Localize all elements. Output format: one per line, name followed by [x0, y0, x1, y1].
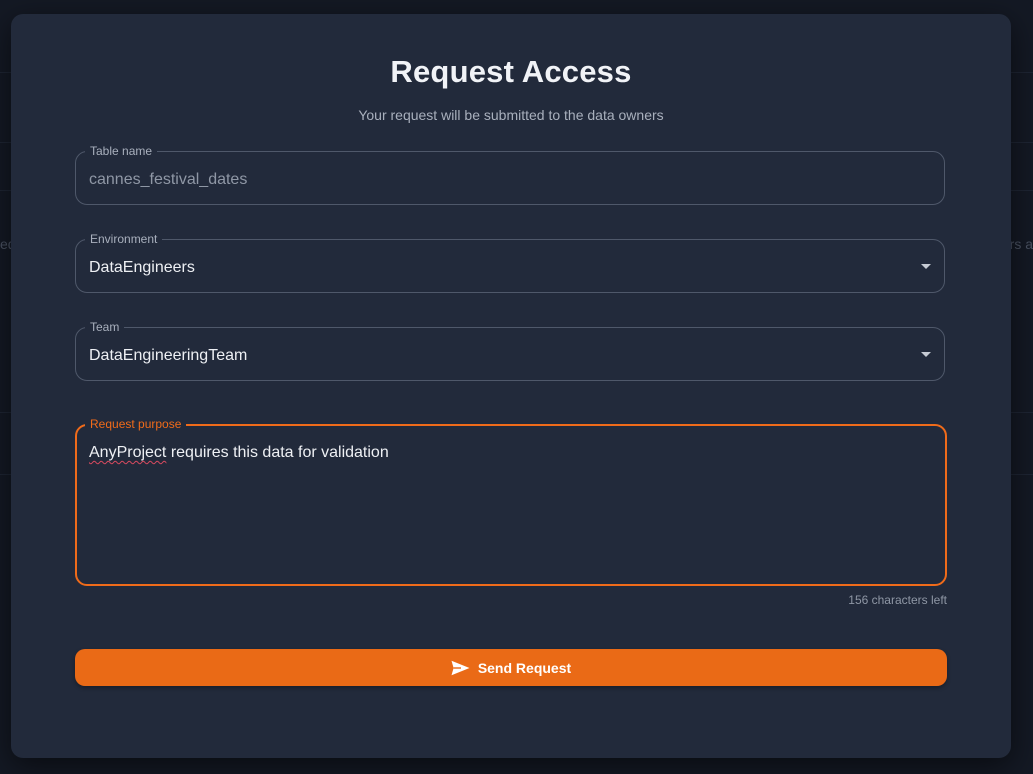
team-select[interactable]: Team DataEngineeringTeam — [75, 319, 945, 381]
send-request-label: Send Request — [477, 659, 572, 676]
chevron-down-icon[interactable] — [921, 352, 931, 357]
request-access-dialog: Request Access Your request will be subm… — [11, 14, 1011, 758]
team-label: Team — [85, 319, 125, 335]
character-count-helper: 156 characters left — [848, 593, 947, 607]
send-icon — [451, 660, 470, 675]
environment-label: Environment — [85, 231, 163, 247]
environment-value: DataEngineers — [89, 259, 195, 276]
dialog-subtitle: Your request will be submitted to the da… — [358, 107, 664, 123]
request-purpose-label: Request purpose — [85, 416, 187, 432]
request-purpose-text: requires this data for validation — [166, 444, 389, 461]
request-purpose-value: AnyProject requires this data for valida… — [89, 443, 389, 463]
spellcheck-flagged-word: AnyProject — [89, 444, 167, 461]
environment-select[interactable]: Environment DataEngineers — [75, 231, 945, 293]
background-text-fragment: rs a — [1009, 236, 1033, 252]
dialog-title: Request Access — [390, 54, 632, 89]
request-purpose-textarea[interactable]: Request purpose AnyProject requires this… — [75, 416, 947, 586]
table-name-field: Table name cannes_festival_dates — [75, 143, 945, 205]
table-name-value: cannes_festival_dates — [89, 171, 248, 188]
team-value: DataEngineeringTeam — [89, 347, 248, 364]
chevron-down-icon[interactable] — [921, 264, 931, 269]
send-request-button[interactable]: Send Request — [75, 649, 947, 686]
table-name-label: Table name — [85, 143, 158, 159]
